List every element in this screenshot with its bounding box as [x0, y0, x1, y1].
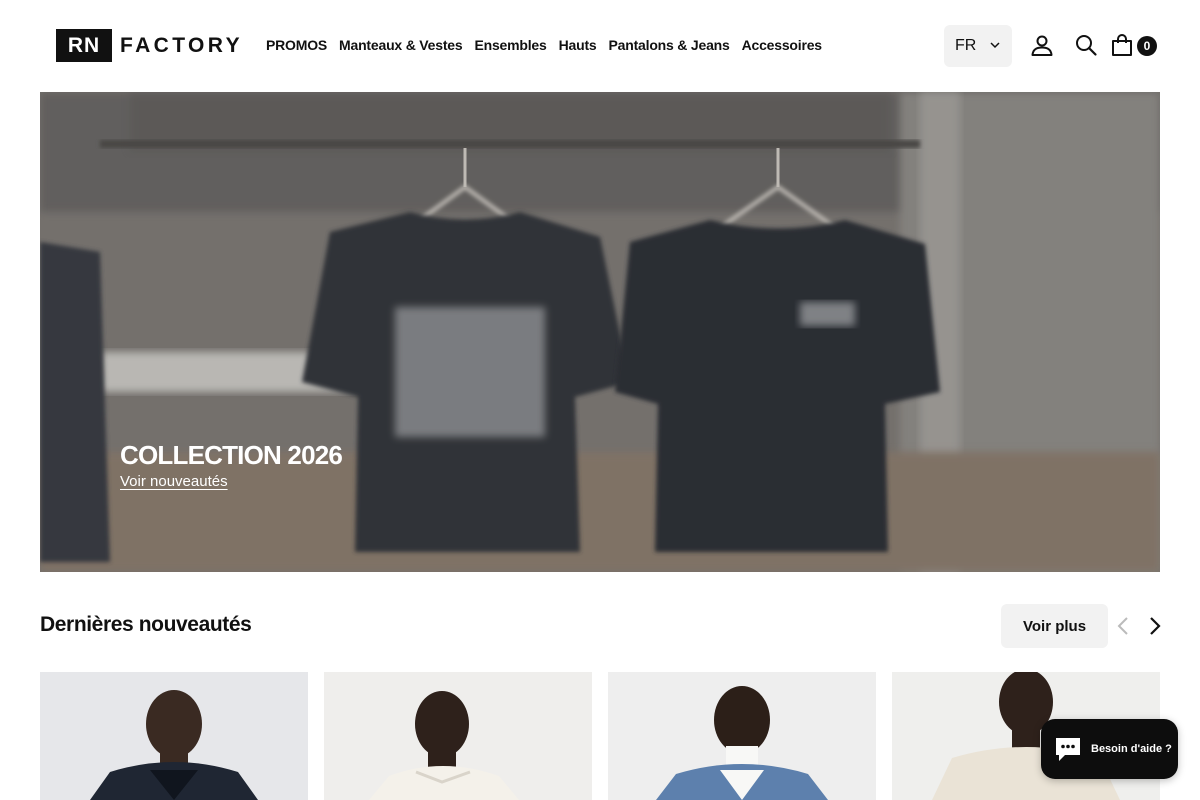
nav-item-manteaux-vestes[interactable]: Manteaux & Vestes: [339, 37, 463, 53]
site-header: RN FACTORY PROMOS Manteaux & Vestes Ense…: [0, 0, 1200, 92]
product-image: [324, 672, 592, 800]
hero-banner[interactable]: COLLECTION 2026 Voir nouveautés: [40, 92, 1160, 572]
chat-icon: [1056, 738, 1080, 761]
nav-item-promos[interactable]: PROMOS: [266, 37, 327, 53]
cart-icon[interactable]: [1110, 33, 1134, 57]
chevron-down-icon: [990, 42, 1000, 49]
voir-plus-button[interactable]: Voir plus: [1001, 604, 1108, 648]
product-image: [40, 672, 308, 800]
main-nav: PROMOS Manteaux & Vestes Ensembles Hauts…: [266, 37, 822, 53]
nav-item-accessoires[interactable]: Accessoires: [742, 37, 823, 53]
nav-item-pantalons-jeans[interactable]: Pantalons & Jeans: [609, 37, 730, 53]
product-card[interactable]: [40, 672, 308, 800]
hero-title: COLLECTION 2026: [120, 440, 343, 470]
language-selector[interactable]: FR: [944, 25, 1012, 67]
arrow-left-icon[interactable]: [1114, 616, 1132, 636]
nav-item-hauts[interactable]: Hauts: [559, 37, 597, 53]
product-image: [608, 672, 876, 800]
account-icon[interactable]: [1030, 33, 1054, 57]
chat-widget-button[interactable]: Besoin d'aide ?: [1041, 719, 1178, 779]
product-card[interactable]: [324, 672, 592, 800]
section-title: Dernières nouveautés: [40, 613, 252, 636]
brand-logo[interactable]: RN FACTORY: [56, 29, 243, 62]
language-value: FR: [955, 37, 977, 54]
cart-count-badge: 0: [1137, 36, 1157, 56]
nav-item-ensembles[interactable]: Ensembles: [474, 37, 546, 53]
search-icon[interactable]: [1074, 33, 1098, 57]
arrow-right-icon[interactable]: [1146, 616, 1164, 636]
logo-mark: RN: [56, 29, 112, 62]
chat-label: Besoin d'aide ?: [1091, 743, 1172, 755]
hero-link[interactable]: Voir nouveautés: [120, 473, 228, 490]
logo-text: FACTORY: [120, 33, 243, 57]
hero-image: [40, 92, 1160, 572]
product-card[interactable]: [608, 672, 876, 800]
